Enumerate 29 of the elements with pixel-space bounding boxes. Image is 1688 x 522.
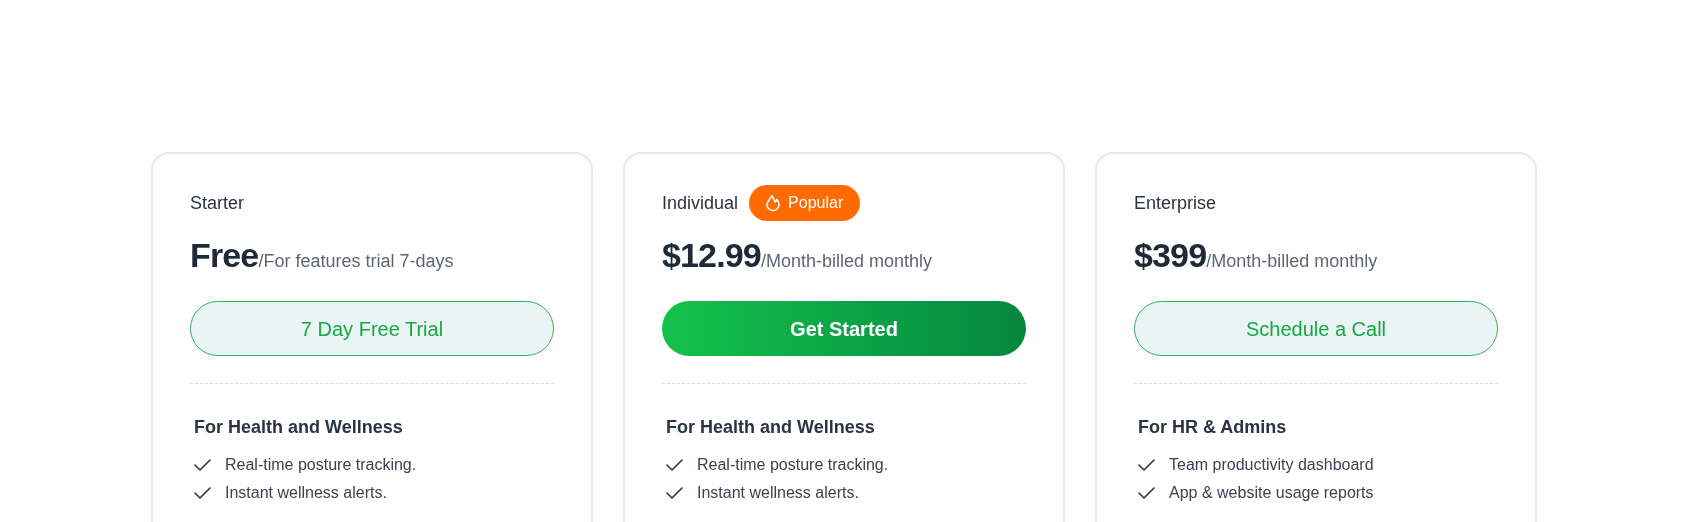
outline-button[interactable]: 7 Day Free Trial (190, 301, 554, 356)
check-icon (1138, 459, 1155, 471)
outline-button[interactable]: Schedule a Call (1134, 301, 1498, 356)
check-icon (666, 459, 683, 471)
feature-text: Real-time posture tracking. (225, 455, 417, 475)
plan-name: Enterprise (1134, 191, 1217, 215)
plan-name: Starter (190, 191, 245, 215)
price: $399 (1134, 235, 1207, 276)
popular-badge: Popular (749, 185, 861, 221)
check-icon (1138, 487, 1155, 499)
feature-text: Instant wellness alerts. (225, 483, 387, 503)
plan-name: Individual (662, 191, 739, 215)
feature-text: App & website usage reports (1169, 483, 1374, 503)
billing-period: /Month-billed monthly (760, 251, 932, 273)
feature-text: Instant wellness alerts. (697, 483, 859, 503)
check-icon (666, 487, 683, 499)
check-icon (194, 487, 211, 499)
feature-text: Real-time posture tracking. (697, 455, 889, 475)
price: Free (190, 235, 259, 276)
section-heading: For Health and Wellness (665, 416, 876, 439)
primary-button[interactable]: Get Started (662, 301, 1026, 356)
billing-period: /For features trial 7-days (258, 251, 454, 273)
flame-icon (766, 194, 781, 212)
check-icon (194, 459, 211, 471)
section-heading: For Health and Wellness (193, 416, 404, 439)
section-heading: For HR & Admins (1137, 416, 1288, 439)
feature-text: Team productivity dashboard (1169, 455, 1374, 475)
billing-period: /Month-billed monthly (1206, 251, 1378, 273)
price: $12.99 (662, 235, 761, 276)
